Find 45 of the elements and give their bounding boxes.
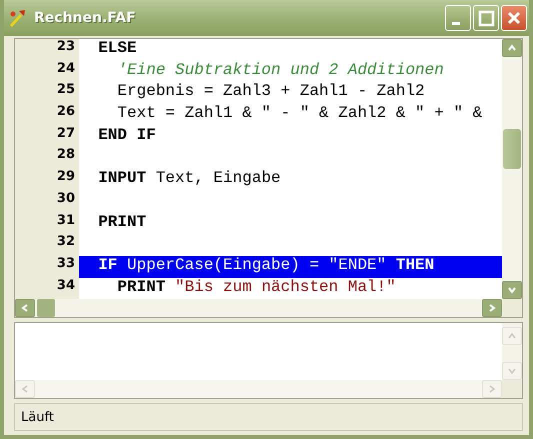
line-number: 34: [15, 278, 79, 299]
chevron-left-icon: [20, 384, 30, 394]
status-text: Läuft: [21, 410, 54, 424]
code-line: INPUT Text, Eingabe: [97, 169, 282, 190]
code-line: PRINT: [97, 212, 148, 232]
scroll-thumb[interactable]: [503, 129, 521, 169]
scrollbar-corner: [502, 380, 522, 398]
chevron-up-icon: [507, 331, 517, 341]
line-number: 28: [15, 147, 79, 170]
scroll-thumb[interactable]: [37, 299, 55, 317]
chevron-right-icon: [487, 384, 497, 394]
code-line: PRINT "Bis zum nächsten Mal!": [116, 278, 397, 298]
line-number: 25: [15, 82, 79, 104]
line-number: 31: [15, 212, 79, 234]
chevron-down-icon: [507, 285, 517, 295]
code-editor[interactable]: [14, 38, 523, 318]
line-number: 23: [15, 39, 79, 61]
chevron-left-icon: [20, 303, 30, 313]
scroll-left-button[interactable]: [15, 299, 35, 317]
maximize-button[interactable]: [473, 5, 499, 31]
code-line: ELSE: [97, 39, 138, 59]
scroll-right-button[interactable]: [482, 299, 502, 317]
window-title: Rechnen.FAF: [34, 10, 137, 26]
code-line: Text = Zahl1 & " - " & Zahl2 & " + " &: [116, 104, 484, 124]
scroll-up-button[interactable]: [502, 39, 522, 57]
line-number: 27: [15, 126, 79, 148]
app-icon: [8, 8, 28, 28]
line-number: 29: [15, 169, 79, 191]
code-line: 'Eine Subtraktion und 2 Additionen: [116, 60, 445, 81]
scroll-down-button[interactable]: [502, 281, 522, 299]
close-button[interactable]: [501, 5, 527, 31]
chevron-down-icon: [507, 366, 517, 376]
line-number: 30: [15, 190, 79, 212]
line-number: 33: [15, 256, 79, 278]
chevron-right-icon: [487, 303, 497, 313]
minimize-icon: [452, 22, 460, 24]
code-line: Ergebnis = Zahl3 + Zahl1 - Zahl2: [116, 82, 426, 102]
line-number: 32: [15, 234, 79, 256]
line-number: 26: [15, 104, 79, 126]
code-line: END IF: [97, 126, 157, 146]
scrollbar-corner: [502, 299, 522, 317]
line-number: 24: [15, 60, 79, 82]
minimize-button[interactable]: [445, 5, 471, 31]
chevron-up-icon: [507, 43, 517, 53]
maximize-icon: [476, 8, 496, 28]
